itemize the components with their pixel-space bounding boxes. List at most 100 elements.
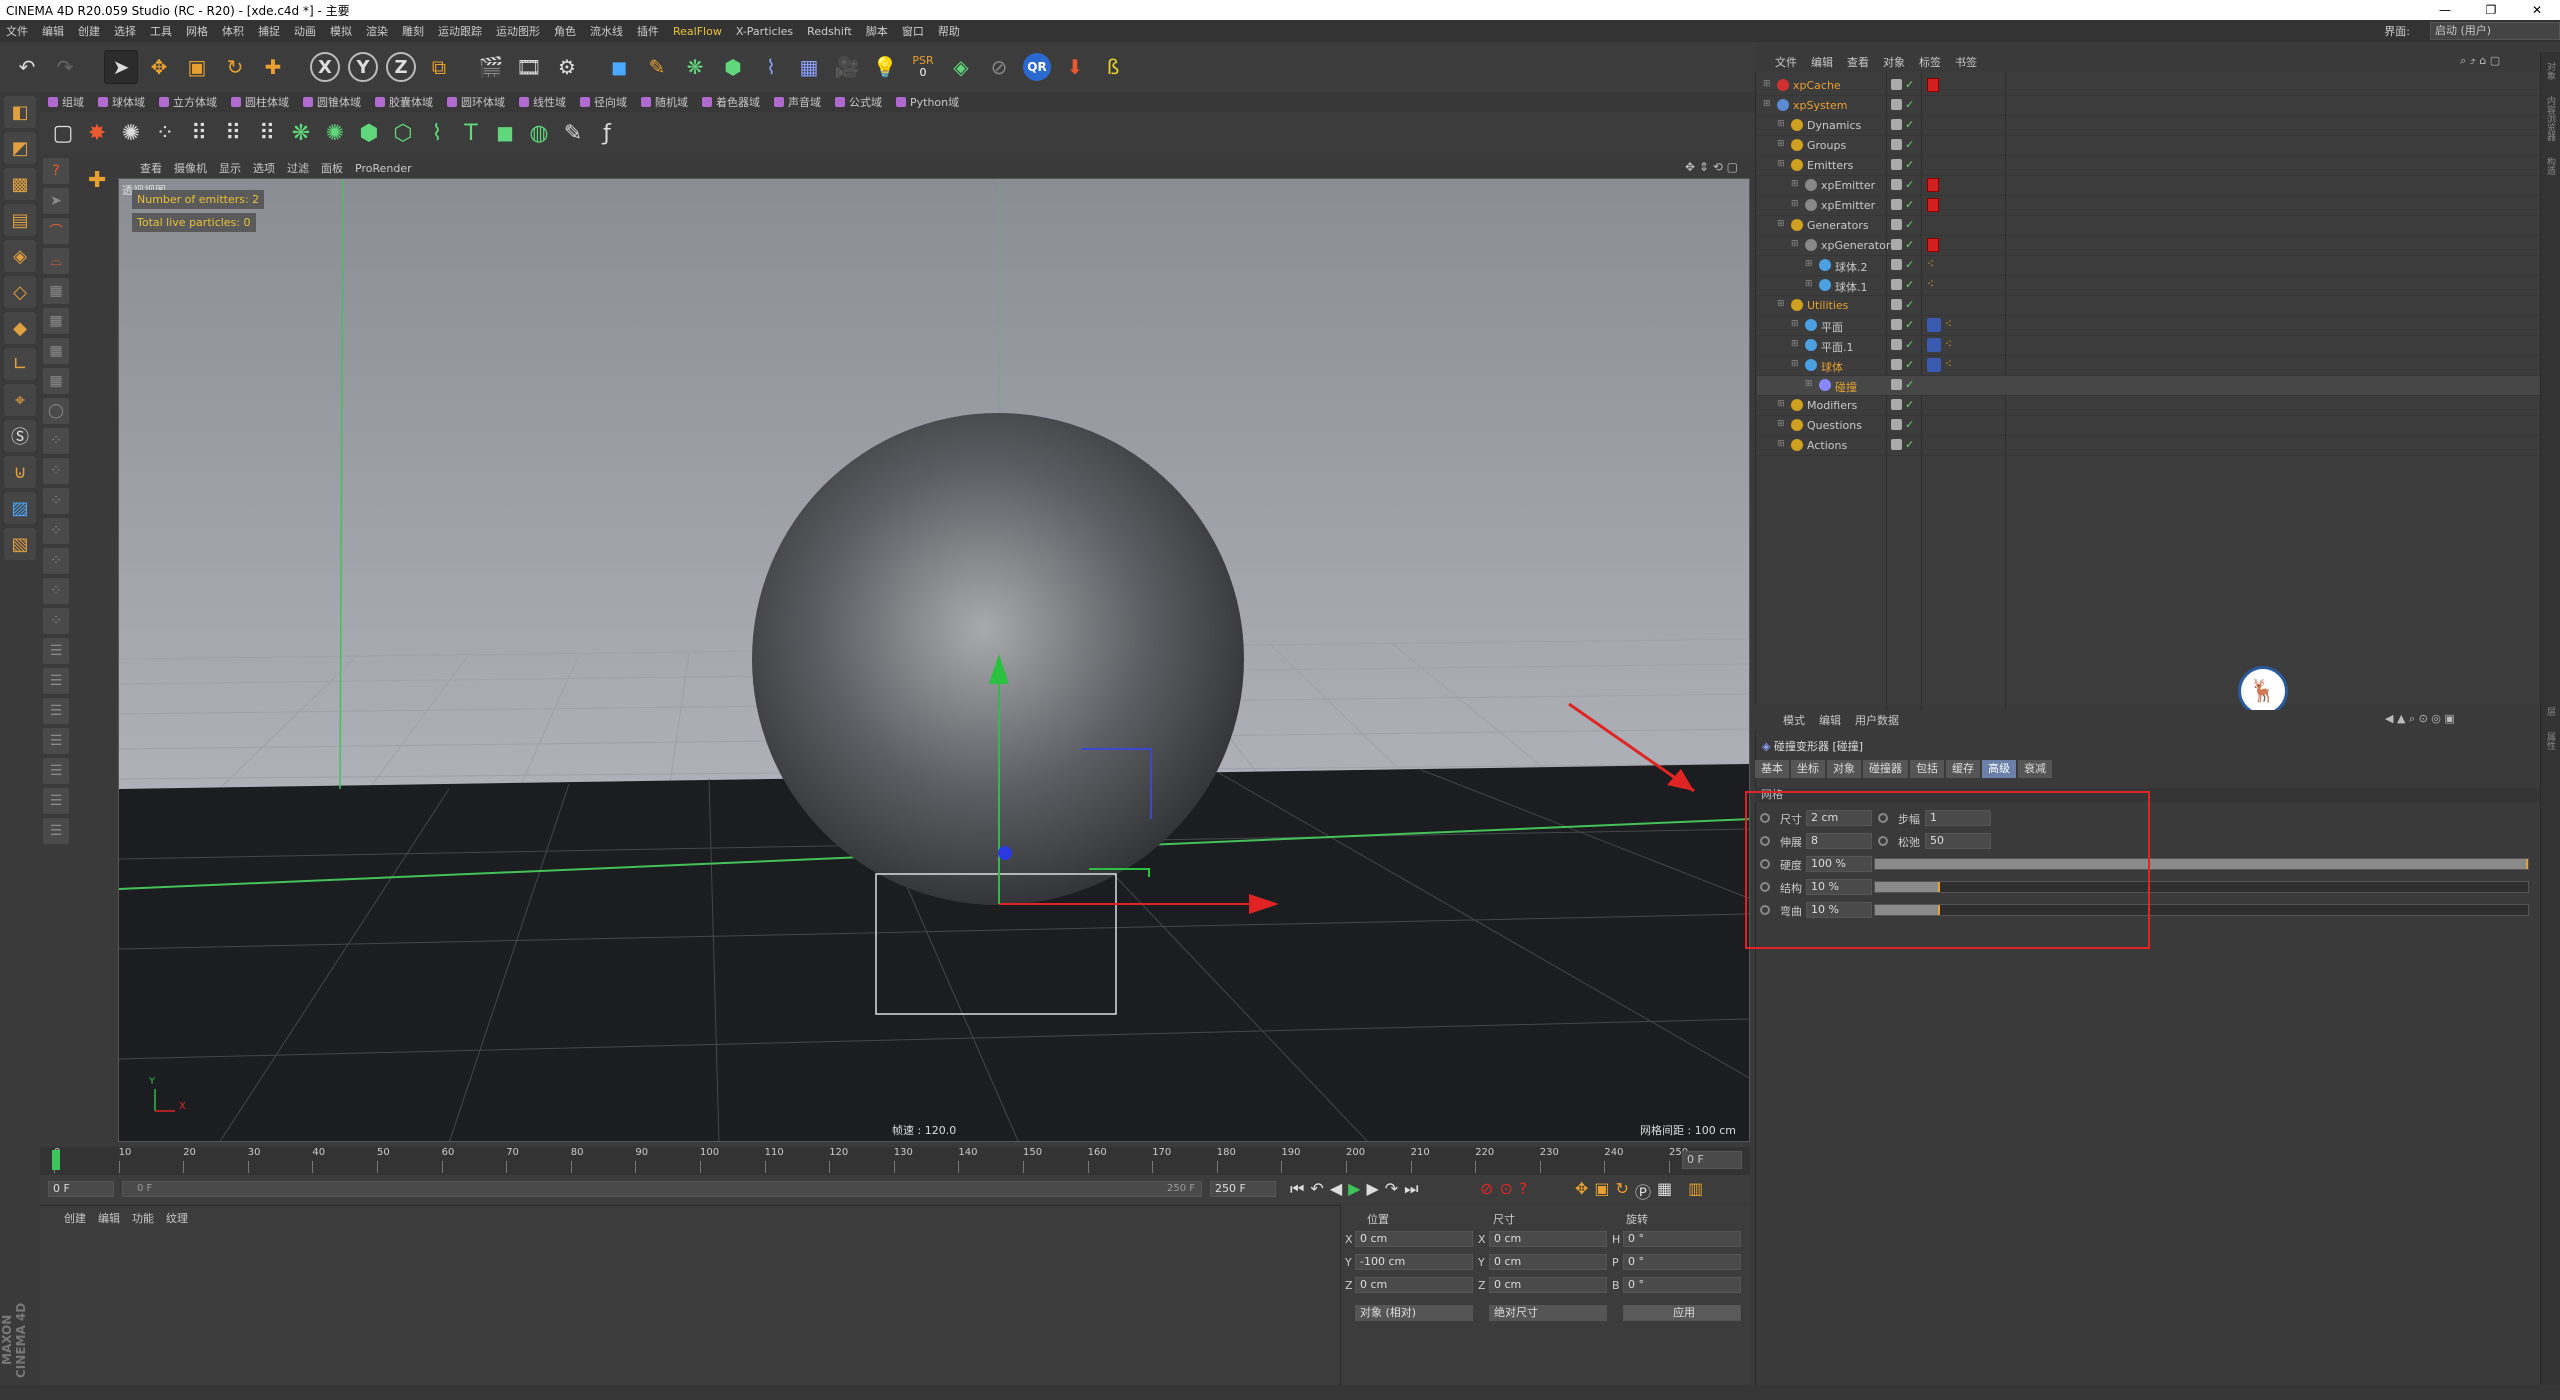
field-tool-0[interactable]: 组域 — [48, 94, 84, 110]
object-row[interactable]: ⊞ Groups ✓ — [1757, 136, 2547, 156]
dots-tool-7-icon[interactable]: ⁘ — [43, 608, 69, 634]
keyframe-help-icon[interactable]: ? — [1519, 1179, 1528, 1198]
visibility-toggle[interactable] — [1891, 379, 1902, 390]
menu-motion-tracking[interactable]: 运动跟踪 — [438, 23, 482, 39]
rotation-b-field[interactable]: 0 ° — [1623, 1277, 1741, 1293]
xp-action-icon[interactable]: ⬢ — [354, 118, 384, 148]
object-row[interactable]: ⊞ 平面.1 ✓ ⁖ — [1757, 336, 2547, 356]
size-x-field[interactable]: 0 cm — [1489, 1231, 1607, 1247]
collider-tag-icon[interactable] — [1927, 338, 1941, 352]
object-row[interactable]: ⊞ xpEmitter ✓ — [1757, 176, 2547, 196]
edges-mode-icon[interactable]: ◇ — [4, 276, 36, 308]
attr-menu-mode[interactable]: 模式 — [1783, 712, 1805, 728]
field-tool-4[interactable]: 圆锥体域 — [303, 94, 361, 110]
end-frame-field[interactable]: 250 F — [1210, 1181, 1276, 1197]
enabled-check-icon[interactable]: ✓ — [1905, 159, 1916, 170]
attr-tab[interactable]: 衰减 — [2018, 760, 2052, 778]
size-y-field[interactable]: 0 cm — [1489, 1254, 1607, 1270]
field-tool-2[interactable]: 立方体域 — [159, 94, 217, 110]
render-picture-viewer-icon[interactable]: 🎞 — [512, 50, 546, 84]
close-button[interactable]: ✕ — [2514, 0, 2560, 20]
polygons-mode-icon[interactable]: ◆ — [4, 312, 36, 344]
attr-tab[interactable]: 对象 — [1827, 760, 1861, 778]
vp-menu-prorender[interactable]: ProRender — [355, 162, 412, 175]
visibility-toggle[interactable] — [1891, 339, 1902, 350]
collider-tag-icon[interactable] — [1927, 358, 1941, 372]
attr-menu-edit[interactable]: 编辑 — [1819, 712, 1841, 728]
field-tool-6[interactable]: 圆环体域 — [447, 94, 505, 110]
previous-key-icon[interactable]: ↶ — [1310, 1179, 1323, 1199]
arc-tool-icon[interactable]: ⌒ — [43, 218, 69, 244]
dots-tool-2-icon[interactable]: ⁘ — [43, 458, 69, 484]
enabled-check-icon[interactable]: ✓ — [1905, 419, 1916, 430]
floor-icon[interactable]: ▦ — [792, 50, 826, 84]
menu-file[interactable]: 文件 — [6, 23, 28, 39]
visibility-toggle[interactable] — [1891, 119, 1902, 130]
obj-menu-view[interactable]: 查看 — [1847, 54, 1869, 70]
visibility-toggle[interactable] — [1891, 259, 1902, 270]
cube-icon[interactable]: ◼ — [602, 50, 636, 84]
dots-tool-3-icon[interactable]: ⁘ — [43, 488, 69, 514]
obj-menu-tag[interactable]: 标签 — [1919, 54, 1941, 70]
enabled-check-icon[interactable]: ✓ — [1905, 399, 1916, 410]
visibility-toggle[interactable] — [1891, 419, 1902, 430]
mat-menu-texture[interactable]: 纹理 — [166, 1210, 188, 1226]
rotate-icon[interactable]: ↻ — [218, 50, 252, 84]
enabled-check-icon[interactable]: ✓ — [1905, 79, 1916, 90]
snap-icon[interactable]: ◈ — [944, 50, 978, 84]
record-icon[interactable]: ⊘ — [1480, 1179, 1493, 1198]
object-row[interactable]: ⊞ 球体 ✓ ⁖ — [1757, 356, 2547, 376]
enabled-check-icon[interactable]: ✓ — [1905, 259, 1916, 270]
expand-icon[interactable]: ⊞ — [1777, 219, 1785, 229]
expand-icon[interactable]: ⊞ — [1805, 379, 1813, 389]
menu-plugins[interactable]: 插件 — [637, 23, 659, 39]
visibility-toggle[interactable] — [1891, 239, 1902, 250]
particle-emitter-icon[interactable]: ✸ — [82, 118, 112, 148]
autokey-icon[interactable]: ⊙ — [1499, 1179, 1512, 1198]
grid-tool-2-icon[interactable]: ▦ — [43, 308, 69, 334]
interface-dropdown[interactable]: 启动 (用户) — [2430, 22, 2560, 40]
particle-tag-icon[interactable]: ⁖ — [1927, 257, 1934, 271]
object-row[interactable]: ⊞ 平面 ✓ ⁖ — [1757, 316, 2547, 336]
expand-icon[interactable]: ⊞ — [1777, 439, 1785, 449]
enabled-check-icon[interactable]: ✓ — [1905, 299, 1916, 310]
viewport-layout-icon[interactable]: ▢ — [48, 118, 78, 148]
planar-workplane-icon[interactable]: ▧ — [4, 528, 36, 560]
hair-icon[interactable]: ⊘ — [982, 50, 1016, 84]
field-tool-12[interactable]: 公式域 — [835, 94, 882, 110]
attr-tab[interactable]: 基本 — [1755, 760, 1789, 778]
rotation-h-field[interactable]: 0 ° — [1623, 1231, 1741, 1247]
vp-menu-filter[interactable]: 过滤 — [287, 160, 309, 176]
particle-tag-icon[interactable]: ⁖ — [1945, 337, 1952, 351]
menu-animate[interactable]: 动画 — [294, 23, 316, 39]
vp-menu-view[interactable]: 查看 — [140, 160, 162, 176]
mat-menu-create[interactable]: 创建 — [64, 1210, 86, 1226]
position-y-field[interactable]: -100 cm — [1355, 1254, 1473, 1270]
render-view-icon[interactable]: 🎬 — [474, 50, 508, 84]
field-tool-9[interactable]: 随机域 — [641, 94, 688, 110]
enabled-check-icon[interactable]: ✓ — [1905, 119, 1916, 130]
xp-cube-icon[interactable]: ◼ — [490, 118, 520, 148]
visibility-toggle[interactable] — [1891, 279, 1902, 290]
rotation-p-field[interactable]: 0 ° — [1623, 1254, 1741, 1270]
enabled-check-icon[interactable]: ✓ — [1905, 439, 1916, 450]
dots-tool-icon[interactable]: ⁘ — [43, 428, 69, 454]
visibility-toggle[interactable] — [1891, 219, 1902, 230]
object-row[interactable]: ⊞ Emitters ✓ — [1757, 156, 2547, 176]
move-icon[interactable]: ✥ — [142, 50, 176, 84]
start-frame-field[interactable]: 0 F — [48, 1181, 114, 1197]
visibility-toggle[interactable] — [1891, 139, 1902, 150]
key-param-icon[interactable]: Ⓟ — [1635, 1179, 1651, 1203]
expand-icon[interactable]: ⊞ — [1777, 159, 1785, 169]
key-position-icon[interactable]: ✥ — [1575, 1179, 1588, 1203]
visibility-toggle[interactable] — [1891, 319, 1902, 330]
maximize-button[interactable]: ❐ — [2468, 0, 2514, 20]
side-tab[interactable]: 内容浏览器 — [2541, 90, 2560, 147]
xp-fx-icon[interactable]: ƒ — [592, 118, 622, 148]
tool-add-icon[interactable]: ✚ — [88, 168, 114, 194]
collider-tag-icon[interactable] — [1927, 318, 1941, 332]
particle-tag-icon[interactable]: ⁖ — [1927, 277, 1934, 291]
menu-script[interactable]: 脚本 — [866, 23, 888, 39]
grid-tool-4-icon[interactable]: ▦ — [43, 368, 69, 394]
object-row[interactable]: ⊞ xpSystem ✓ — [1757, 96, 2547, 116]
